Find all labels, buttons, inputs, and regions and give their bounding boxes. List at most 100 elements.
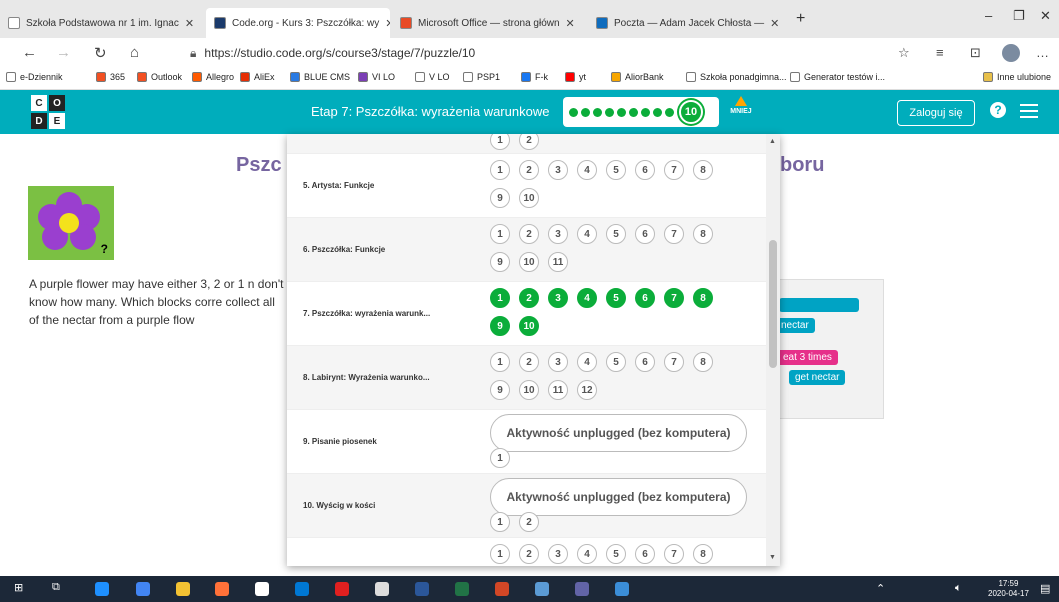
- puzzle-bubble[interactable]: 6: [635, 352, 655, 372]
- puzzle-bubble[interactable]: 8: [693, 224, 713, 244]
- puzzle-bubble[interactable]: 8: [693, 160, 713, 180]
- puzzle-bubble[interactable]: 5: [606, 352, 626, 372]
- puzzle-bubble[interactable]: 4: [577, 288, 597, 308]
- puzzle-bubble[interactable]: 3: [548, 544, 568, 564]
- bookmark-item[interactable]: PSP1: [463, 72, 500, 82]
- puzzle-bubble[interactable]: 3: [548, 352, 568, 372]
- firefox-icon[interactable]: [215, 582, 229, 596]
- new-tab-button[interactable]: +: [796, 10, 805, 28]
- scroll-up-icon[interactable]: ▲: [769, 138, 776, 145]
- puzzle-bubble[interactable]: 7: [664, 352, 684, 372]
- collections-icon[interactable]: ⊡: [970, 45, 981, 61]
- help-icon[interactable]: ?: [990, 102, 1006, 118]
- code-block[interactable]: nectar: [775, 318, 815, 333]
- puzzle-bubble[interactable]: 4: [577, 224, 597, 244]
- taskbar-clock[interactable]: 17:59 2020-04-17: [988, 579, 1029, 599]
- store-icon[interactable]: [255, 582, 269, 596]
- unplugged-activity-button[interactable]: Aktywność unplugged (bez komputera): [490, 414, 747, 452]
- puzzle-bubble[interactable]: 4: [577, 352, 597, 372]
- puzzle-bubble[interactable]: 1: [490, 352, 510, 372]
- puzzle-bubble[interactable]: 2: [519, 134, 539, 150]
- stage-row-label[interactable]: 9. Pisanie piosenek: [303, 437, 377, 446]
- minimize-button[interactable]: –: [985, 8, 992, 23]
- stage-row-label[interactable]: 7. Pszczółka: wyrażenia warunk...: [303, 309, 430, 318]
- puzzle-bubble[interactable]: 2: [519, 544, 539, 564]
- dropdown-scrollbar[interactable]: ▲ ▼: [766, 134, 780, 566]
- puzzle-bubble[interactable]: 6: [635, 544, 655, 564]
- url-field[interactable]: 🔒︎ https://studio.code.org/s/course3/stag…: [190, 46, 475, 61]
- file-explorer-icon[interactable]: [176, 582, 190, 596]
- bookmark-item[interactable]: 365: [96, 72, 125, 82]
- puzzle-bubble[interactable]: 9: [490, 188, 510, 208]
- bookmark-item[interactable]: e-Dziennik: [6, 72, 63, 82]
- close-tab-icon[interactable]: ✕: [560, 17, 575, 30]
- forward-icon[interactable]: →: [56, 44, 71, 61]
- puzzle-bubble[interactable]: 2: [519, 352, 539, 372]
- repeat-block[interactable]: eat 3 times: [777, 350, 838, 365]
- puzzle-bubble[interactable]: 7: [664, 224, 684, 244]
- puzzle-bubble[interactable]: 1: [490, 224, 510, 244]
- bookmark-item[interactable]: F-k: [521, 72, 548, 82]
- current-puzzle-badge[interactable]: 10: [679, 100, 703, 124]
- tray-chevron-icon[interactable]: ⌃: [876, 582, 885, 595]
- less-button[interactable]: MNIEJ: [726, 96, 756, 115]
- puzzle-bubble[interactable]: 7: [664, 288, 684, 308]
- more-icon[interactable]: …: [1036, 45, 1049, 60]
- browser-tab[interactable]: Microsoft Office — strona główn ✕: [392, 8, 580, 38]
- teams-icon[interactable]: [575, 582, 589, 596]
- bookmark-item[interactable]: BLUE CMS: [290, 72, 350, 82]
- stage-progress[interactable]: 10: [563, 97, 719, 127]
- progress-dot[interactable]: [653, 107, 662, 117]
- maximize-button[interactable]: ❐: [1013, 8, 1025, 24]
- stage-row-label[interactable]: 5. Artysta: Funkcje: [303, 181, 374, 190]
- scroll-down-icon[interactable]: ▼: [769, 554, 776, 561]
- favorites-icon[interactable]: ≡: [936, 45, 944, 60]
- puzzle-bubble[interactable]: 2: [519, 512, 539, 532]
- puzzle-bubble[interactable]: 8: [693, 544, 713, 564]
- puzzle-bubble[interactable]: 8: [693, 352, 713, 372]
- puzzle-bubble[interactable]: 2: [519, 160, 539, 180]
- close-tab-icon[interactable]: ✕: [179, 17, 194, 30]
- vpn-icon[interactable]: [335, 582, 349, 596]
- puzzle-bubble[interactable]: 10: [519, 380, 539, 400]
- bookmark-item[interactable]: Outlook: [137, 72, 182, 82]
- puzzle-bubble[interactable]: 7: [664, 160, 684, 180]
- progress-dot[interactable]: [665, 107, 674, 117]
- puzzle-bubble[interactable]: 3: [548, 160, 568, 180]
- back-icon[interactable]: ←: [22, 44, 37, 61]
- bookmark-item[interactable]: Inne ulubione: [983, 72, 1051, 82]
- bookmark-item[interactable]: Generator testów i...: [790, 72, 885, 82]
- hamburger-menu-icon[interactable]: [1020, 104, 1038, 122]
- puzzle-bubble[interactable]: 1: [490, 160, 510, 180]
- windows-start-icon[interactable]: ⊞: [14, 581, 23, 594]
- puzzle-bubble[interactable]: 3: [548, 224, 568, 244]
- puzzle-bubble[interactable]: 5: [606, 160, 626, 180]
- app-icon[interactable]: [375, 582, 389, 596]
- browser-tab[interactable]: Code.org - Kurs 3: Pszczółka: wy ✕: [206, 8, 390, 38]
- puzzle-bubble[interactable]: 2: [519, 288, 539, 308]
- chrome-icon[interactable]: [136, 582, 150, 596]
- puzzle-bubble[interactable]: 1: [490, 288, 510, 308]
- favorite-star-icon[interactable]: ☆: [898, 45, 910, 61]
- scroll-thumb[interactable]: [769, 240, 777, 368]
- bookmark-item[interactable]: AliorBank: [611, 72, 664, 82]
- task-view-icon[interactable]: ⧉: [52, 581, 60, 594]
- browser-tab[interactable]: Szkoła Podstawowa nr 1 im. Ignac ✕: [0, 8, 198, 38]
- puzzle-bubble[interactable]: 4: [577, 544, 597, 564]
- close-tab-icon[interactable]: ✕: [764, 17, 779, 30]
- puzzle-bubble[interactable]: 6: [635, 288, 655, 308]
- stage-row-label[interactable]: 6. Pszczółka: Funkcje: [303, 245, 385, 254]
- bookmark-item[interactable]: AliEx: [240, 72, 275, 82]
- puzzle-bubble[interactable]: 5: [606, 288, 626, 308]
- mail-icon[interactable]: [295, 582, 309, 596]
- bookmark-item[interactable]: Szkoła ponadgimna...: [686, 72, 787, 82]
- profile-avatar[interactable]: [1002, 44, 1020, 62]
- code-block[interactable]: [779, 298, 859, 312]
- code-block[interactable]: get nectar: [789, 370, 846, 385]
- stage-row-label[interactable]: 10. Wyścig w kości: [303, 501, 375, 510]
- close-tab-icon[interactable]: ✕: [379, 17, 390, 30]
- excel-icon[interactable]: [455, 582, 469, 596]
- powerpoint-icon[interactable]: [495, 582, 509, 596]
- puzzle-bubble[interactable]: 6: [635, 224, 655, 244]
- bookmark-item[interactable]: V LO: [415, 72, 450, 82]
